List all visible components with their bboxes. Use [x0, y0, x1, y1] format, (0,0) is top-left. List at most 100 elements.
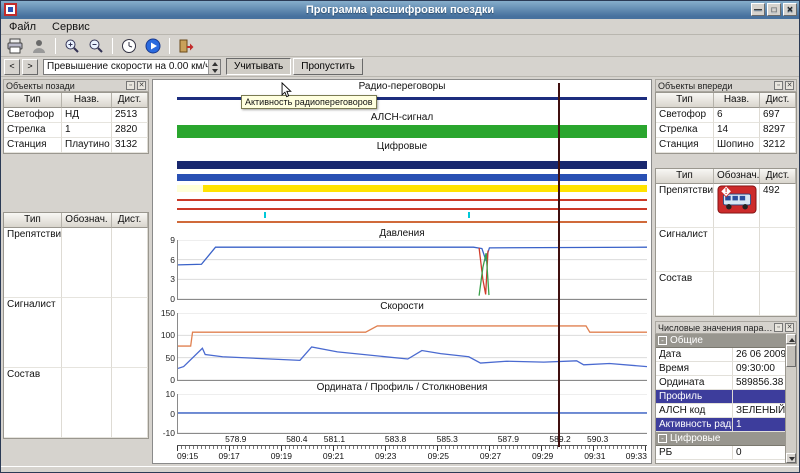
driver-info-button[interactable] [28, 37, 50, 55]
svg-text:!: ! [725, 187, 728, 196]
numeric-scrollbar[interactable] [785, 334, 796, 463]
panel-float-icon[interactable]: ▫ [774, 81, 783, 90]
skip-button[interactable]: Пропустить [293, 58, 363, 75]
time-tick-label: 09:31 [584, 451, 606, 461]
table-row[interactable]: Стрелка 1 2820 [4, 123, 148, 138]
minimize-button[interactable]: — [751, 3, 765, 16]
ordinate-chart[interactable]: -10 0 10 [163, 389, 647, 438]
print-icon [7, 38, 23, 53]
prev-event-button[interactable]: < [4, 58, 20, 75]
signal-bar [177, 125, 647, 138]
collapse-icon[interactable]: - [658, 336, 667, 345]
column-header[interactable]: Дист. [112, 93, 148, 108]
scroll-up-icon[interactable] [786, 334, 796, 344]
scroll-thumb[interactable] [786, 345, 796, 367]
y-axis-tick-label: 0 [170, 408, 175, 419]
table-row[interactable]: Станция Плаутино 3132 [4, 138, 148, 153]
signal-bar [177, 208, 647, 210]
time-tick-label: 09:17 [218, 451, 240, 461]
table-row[interactable]: Состав [656, 272, 796, 316]
collapse-icon[interactable]: - [658, 434, 667, 443]
panel-float-icon[interactable]: ▫ [126, 81, 135, 90]
numeric-section-row[interactable]: - Цифровые [656, 432, 785, 446]
panel-close-icon[interactable]: ✕ [137, 81, 146, 90]
exit-button[interactable] [175, 37, 197, 55]
panel-close-icon[interactable]: ✕ [785, 323, 794, 332]
maximize-button[interactable]: □ [767, 3, 781, 16]
zoom-in-button[interactable] [61, 37, 83, 55]
chart-title-ordinate: Ордината / Профиль / Столкновения [316, 382, 488, 393]
event-combo[interactable]: Превышение скорости на 0.00 км/ч [43, 58, 221, 75]
column-header[interactable]: Дист. [112, 213, 148, 228]
scroll-track[interactable] [786, 368, 796, 453]
table-row[interactable]: Станция Шопино 3212 [656, 138, 796, 153]
column-header[interactable]: Обознач. [62, 213, 112, 228]
menu-file[interactable]: Файл [1, 19, 44, 34]
column-header[interactable]: Дист. [760, 169, 796, 184]
time-cursor[interactable] [557, 83, 560, 447]
table-row[interactable]: Светофор 6 697 [656, 108, 796, 123]
panel-close-icon[interactable]: ✕ [785, 81, 794, 90]
column-header[interactable]: Назв. [62, 93, 112, 108]
digital-signals-strip[interactable] [177, 153, 647, 227]
next-event-button[interactable]: > [22, 58, 38, 75]
param-name: РБ [656, 446, 733, 459]
param-value [733, 390, 785, 403]
ordinate-axis-labels: 578.9 580.4 581.1 583.8 585.3 587.9 589.2 590.3 [177, 434, 647, 445]
table-row[interactable]: Сигналист [4, 298, 148, 368]
table-row[interactable]: Светофор НД 2513 [4, 108, 148, 123]
table-cell: Станция [4, 138, 62, 153]
play-button[interactable] [142, 37, 164, 55]
titlebar[interactable]: Программа расшифровки поездки — □ ✕ [1, 1, 799, 19]
panel-title: Объекты позади [6, 80, 75, 91]
panel-float-icon[interactable]: ▫ [774, 323, 783, 332]
time-button[interactable] [118, 37, 140, 55]
alsn-signal-strip[interactable] [177, 124, 647, 140]
exit-icon [179, 39, 194, 52]
numeric-row[interactable]: Активность радио1 [656, 418, 785, 432]
numeric-row[interactable]: Профиль [656, 390, 785, 404]
table-cell [112, 368, 148, 438]
numeric-row[interactable]: Дата 26 06 2009 [656, 348, 785, 362]
table-row[interactable]: Сигналист [656, 228, 796, 272]
time-axis-labels: 09:15 09:17 09:19 09:21 09:23 09:25 09:27 09:29… [177, 451, 647, 462]
ordinate-km-label: 581.1 [323, 434, 346, 444]
user-icon [33, 39, 45, 53]
close-button[interactable]: ✕ [783, 3, 797, 16]
spin-up-icon[interactable] [209, 59, 220, 67]
table-cell: 8297 [760, 123, 796, 138]
time-tick-label: 09:29 [532, 451, 554, 461]
zoom-out-button[interactable] [85, 37, 107, 55]
table-row[interactable]: Состав [4, 368, 148, 438]
column-header[interactable]: Обознач. [714, 169, 760, 184]
numeric-row[interactable]: Время 09:30:00 [656, 362, 785, 376]
column-header[interactable]: Дист. [760, 93, 796, 108]
numeric-row[interactable]: Ордината 589856.38 [656, 376, 785, 390]
numeric-row[interactable]: АЛСН код ЗЕЛЕНЫЙ [656, 404, 785, 418]
signal-bar [202, 185, 647, 192]
scroll-down-icon[interactable] [786, 453, 796, 463]
speed-chart[interactable]: 0 50 100 150 [161, 308, 647, 385]
chart-title-digital: Цифровые [376, 141, 428, 152]
table-cell [112, 228, 148, 298]
table-cell [760, 228, 796, 272]
table-row[interactable]: Препятствие! 492 [656, 184, 796, 228]
table-row[interactable]: Стрелка 14 8297 [656, 123, 796, 138]
column-header[interactable]: Тип [4, 93, 62, 108]
table-cell: Светофор [4, 108, 62, 123]
column-header[interactable]: Тип [656, 169, 714, 184]
menu-service[interactable]: Сервис [44, 19, 98, 34]
pressure-chart[interactable]: 0 3 6 9 [170, 235, 647, 304]
spin-down-icon[interactable] [209, 66, 220, 74]
chart-title-pressure: Давления [379, 228, 425, 239]
table-row[interactable]: Препятствие [4, 228, 148, 298]
numeric-section-row[interactable]: - Общие [656, 334, 785, 348]
status-bar [1, 466, 799, 472]
print-button[interactable] [4, 37, 26, 55]
table-cell: ! [714, 184, 760, 228]
column-header[interactable]: Тип [656, 93, 714, 108]
column-header[interactable]: Тип [4, 213, 62, 228]
consider-button[interactable]: Учитывать [226, 58, 292, 75]
numeric-row[interactable]: РБ 0 [656, 446, 785, 460]
column-header[interactable]: Назв. [714, 93, 760, 108]
